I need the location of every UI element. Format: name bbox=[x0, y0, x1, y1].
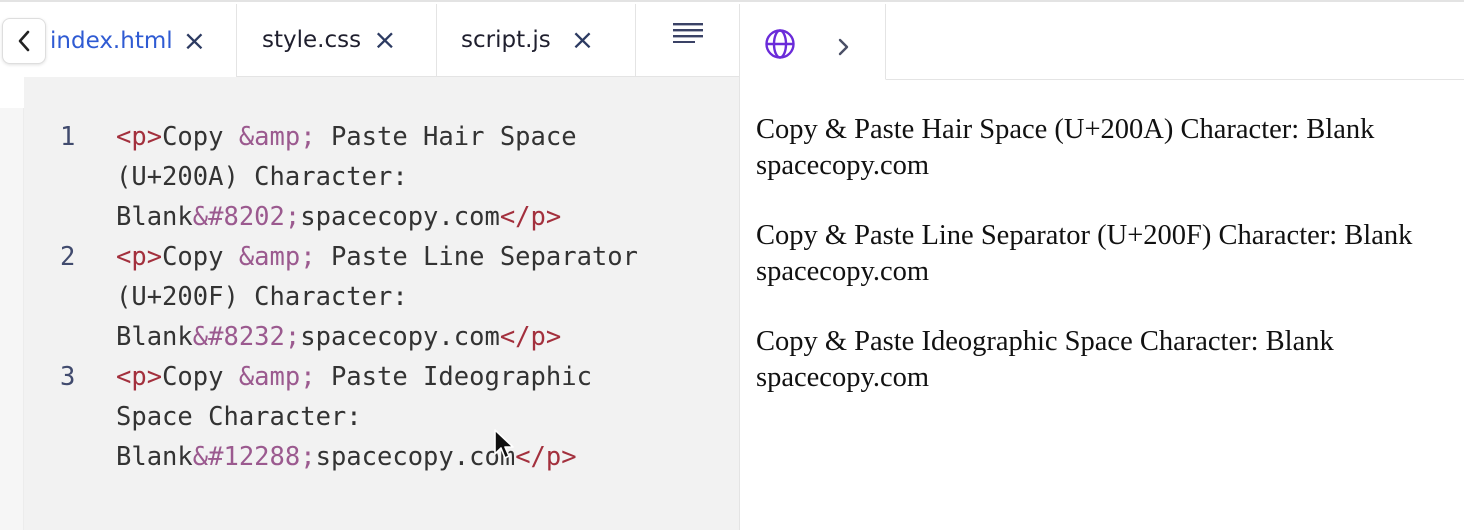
preview-toolbar bbox=[740, 4, 1464, 80]
tab-style-css[interactable]: style.css × bbox=[237, 4, 437, 77]
code-entity: &#12288; bbox=[192, 442, 316, 472]
editor-gutter bbox=[0, 108, 24, 530]
close-icon[interactable]: × bbox=[183, 26, 206, 55]
code-editor-pane: index.html × style.css × script.js × 1 <… bbox=[0, 4, 739, 530]
code-entity: &#8202; bbox=[192, 202, 301, 232]
code-tag: </p> bbox=[499, 202, 562, 232]
code-text: spacecopy.com bbox=[300, 322, 500, 352]
code-entity: &#8232; bbox=[192, 322, 301, 352]
tab-script-js[interactable]: script.js × bbox=[437, 4, 636, 77]
preview-tab[interactable] bbox=[740, 4, 886, 80]
code-text: Copy bbox=[162, 242, 239, 272]
code-entity: &amp; bbox=[238, 362, 316, 392]
code-lines: 1 <p>Copy &amp; Paste Hair Space (U+200A)… bbox=[60, 117, 680, 477]
tab-label: style.css bbox=[262, 27, 362, 53]
line-number: 1 bbox=[60, 122, 76, 152]
code-text: spacecopy.com bbox=[300, 202, 500, 232]
format-menu-button[interactable] bbox=[636, 4, 739, 77]
code-tag: <p> bbox=[116, 362, 163, 392]
code-tag: <p> bbox=[116, 242, 163, 272]
app-frame: index.html × style.css × script.js × 1 <… bbox=[0, 0, 1464, 530]
chevron-left-icon bbox=[18, 30, 30, 52]
code-text: Copy bbox=[162, 362, 239, 392]
globe-icon[interactable] bbox=[764, 28, 796, 60]
line-number: 3 bbox=[60, 362, 76, 392]
close-icon[interactable]: × bbox=[373, 26, 396, 54]
code-tag: </p> bbox=[499, 322, 562, 352]
preview-pane: Copy & Paste Hair Space (U+200A) Charact… bbox=[739, 4, 1464, 530]
code-line[interactable]: 2 <p>Copy &amp; Paste Line Separator (U+2… bbox=[60, 237, 680, 357]
chevron-right-icon[interactable] bbox=[836, 36, 850, 58]
code-entity: &amp; bbox=[238, 122, 316, 152]
code-tag: </p> bbox=[515, 442, 577, 472]
code-text: spacecopy.com bbox=[315, 442, 516, 472]
code-line[interactable]: 1 <p>Copy &amp; Paste Hair Space (U+200A)… bbox=[60, 117, 680, 237]
code-text: Copy bbox=[162, 122, 239, 152]
mouse-cursor-icon bbox=[494, 429, 514, 459]
preview-paragraph: Copy & Paste Line Separator (U+200F) Cha… bbox=[756, 220, 1413, 287]
code-tag: <p> bbox=[116, 122, 163, 152]
preview-paragraph: Copy & Paste Hair Space (U+200A) Charact… bbox=[756, 114, 1375, 181]
editor-tab-bar: index.html × style.css × script.js × bbox=[0, 4, 739, 77]
code-line[interactable]: 3 <p>Copy &amp; Paste Ideographic Space C… bbox=[60, 357, 680, 477]
preview-content: Copy & Paste Hair Space (U+200A) Charact… bbox=[756, 112, 1436, 430]
code-entity: &amp; bbox=[238, 242, 316, 272]
text-align-icon bbox=[672, 23, 703, 43]
close-icon[interactable]: × bbox=[571, 26, 594, 54]
preview-paragraph: Copy & Paste Ideographic Space Character… bbox=[756, 326, 1334, 393]
tab-label: index.html bbox=[50, 27, 173, 54]
line-number: 2 bbox=[60, 242, 76, 272]
tab-label: script.js bbox=[461, 27, 551, 53]
back-button[interactable] bbox=[2, 18, 46, 64]
